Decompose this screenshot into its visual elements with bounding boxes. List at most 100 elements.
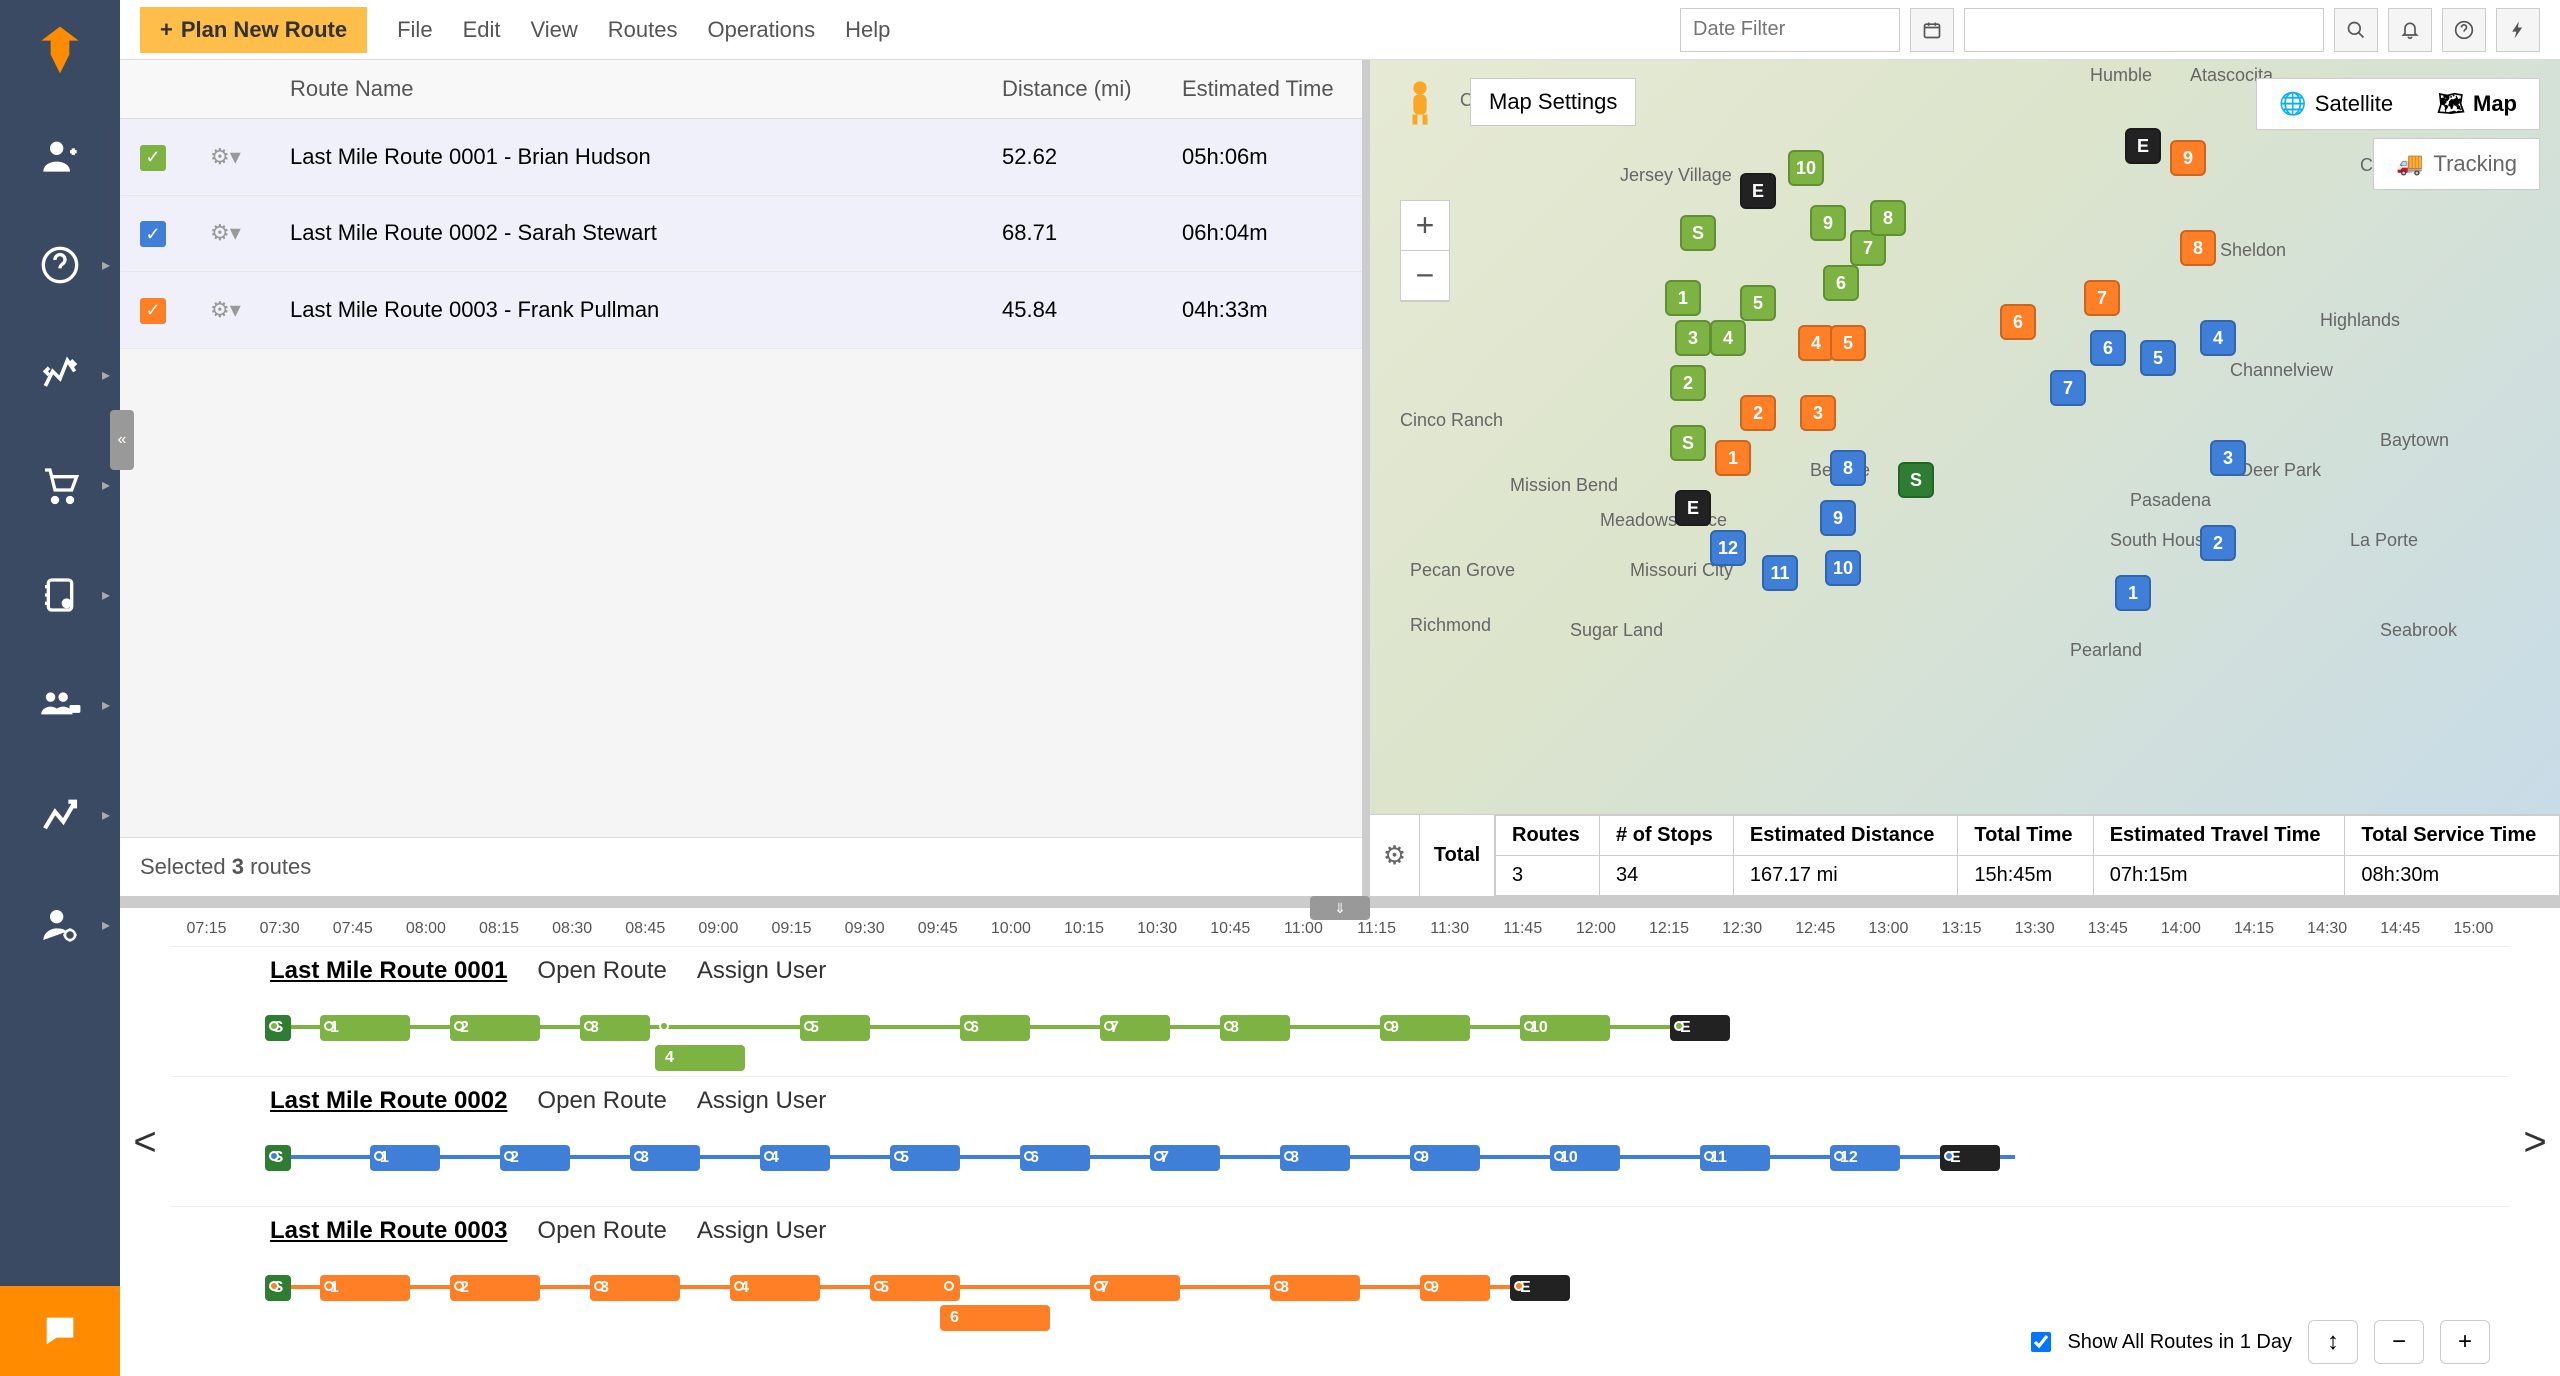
map-marker[interactable]: S xyxy=(1680,215,1716,251)
sidebar-addressbook[interactable]: ▸ xyxy=(0,540,120,650)
pegman-icon[interactable] xyxy=(1400,78,1440,138)
sidebar-user-settings[interactable]: ▸ xyxy=(0,870,120,980)
table-row[interactable]: ✓ ⚙▾ Last Mile Route 0002 - Sarah Stewar… xyxy=(120,195,1362,272)
map-settings-button[interactable]: Map Settings xyxy=(1470,78,1636,126)
route-checkbox[interactable]: ✓ xyxy=(140,221,166,247)
timeline-prev[interactable]: < xyxy=(120,908,170,1376)
menu-help[interactable]: Help xyxy=(845,17,890,43)
timeline-zoom-out[interactable]: − xyxy=(2374,1320,2424,1364)
satellite-toggle[interactable]: 🌐Satellite xyxy=(2257,79,2415,129)
map-marker[interactable]: E xyxy=(2125,128,2161,164)
map-marker[interactable]: 6 xyxy=(2090,330,2126,366)
map-toggle-btn[interactable]: 🗺Map xyxy=(2415,79,2539,129)
zoom-in-button[interactable]: + xyxy=(1401,201,1449,251)
help-icon[interactable] xyxy=(2442,8,2486,52)
gear-icon[interactable]: ⚙▾ xyxy=(210,144,241,169)
map-marker[interactable]: 7 xyxy=(2084,280,2120,316)
map[interactable]: CypressJersey VillageHumbleAtascocitaShe… xyxy=(1370,60,2560,814)
timeline-tick: 09:30 xyxy=(828,920,901,938)
map-marker[interactable]: 9 xyxy=(2170,140,2206,176)
sidebar-chat[interactable] xyxy=(0,1286,120,1376)
menu-operations[interactable]: Operations xyxy=(708,17,816,43)
map-marker[interactable]: 2 xyxy=(1740,395,1776,431)
assign-user-link[interactable]: Assign User xyxy=(697,1087,826,1115)
timeline-zoom-in[interactable]: + xyxy=(2440,1320,2490,1364)
timeline-stop[interactable]: 4 xyxy=(655,1045,745,1071)
table-row[interactable]: ✓ ⚙▾ Last Mile Route 0003 - Frank Pullma… xyxy=(120,272,1362,349)
sidebar-help[interactable]: ▸ xyxy=(0,210,120,320)
timeline-route-title[interactable]: Last Mile Route 0002 xyxy=(270,1087,507,1115)
route-checkbox[interactable]: ✓ xyxy=(140,298,166,324)
col-distance[interactable]: Distance (mi) xyxy=(982,60,1162,119)
menu-edit[interactable]: Edit xyxy=(463,17,501,43)
map-marker[interactable]: 4 xyxy=(1798,325,1834,361)
map-marker[interactable]: 5 xyxy=(1830,325,1866,361)
open-route-link[interactable]: Open Route xyxy=(537,957,666,985)
map-marker[interactable]: 5 xyxy=(2140,340,2176,376)
open-route-link[interactable]: Open Route xyxy=(537,1087,666,1115)
timeline-next[interactable]: > xyxy=(2510,908,2560,1376)
vertical-split-handle[interactable]: « xyxy=(110,410,134,470)
menu-view[interactable]: View xyxy=(530,17,577,43)
gear-icon[interactable]: ⚙▾ xyxy=(210,297,241,322)
assign-user-link[interactable]: Assign User xyxy=(697,957,826,985)
map-marker[interactable]: 10 xyxy=(1788,150,1824,186)
map-marker[interactable]: S xyxy=(1670,425,1706,461)
search-input[interactable] xyxy=(1964,8,2324,52)
map-marker[interactable]: 8 xyxy=(1870,200,1906,236)
menu-file[interactable]: File xyxy=(397,17,432,43)
map-marker[interactable]: 3 xyxy=(1675,320,1711,356)
plan-new-route-button[interactable]: Plan New Route xyxy=(140,7,367,53)
map-marker[interactable]: E xyxy=(1740,173,1776,209)
menu-routes[interactable]: Routes xyxy=(608,17,678,43)
open-route-link[interactable]: Open Route xyxy=(537,1217,666,1245)
show-all-checkbox[interactable] xyxy=(2031,1332,2051,1352)
gear-icon[interactable]: ⚙▾ xyxy=(210,220,241,245)
bolt-icon[interactable] xyxy=(2496,8,2540,52)
timeline-tick: 10:15 xyxy=(1048,920,1121,938)
sidebar-orders[interactable]: ▸ xyxy=(0,430,120,540)
map-marker[interactable]: 7 xyxy=(2050,370,2086,406)
totals-gear-icon[interactable]: ⚙ xyxy=(1370,815,1420,896)
map-marker[interactable]: 4 xyxy=(1710,320,1746,356)
search-icon[interactable] xyxy=(2334,8,2378,52)
map-marker[interactable]: 1 xyxy=(1665,280,1701,316)
map-marker[interactable]: 11 xyxy=(1762,555,1798,591)
map-marker[interactable]: S xyxy=(1898,462,1934,498)
map-marker[interactable]: 4 xyxy=(2200,320,2236,356)
table-row[interactable]: ✓ ⚙▾ Last Mile Route 0001 - Brian Hudson… xyxy=(120,119,1362,196)
map-marker[interactable]: 3 xyxy=(1800,395,1836,431)
map-marker[interactable]: 10 xyxy=(1825,550,1861,586)
timeline-fit-button[interactable]: ↕ xyxy=(2308,1320,2358,1364)
bell-icon[interactable] xyxy=(2388,8,2432,52)
map-marker[interactable]: 2 xyxy=(2200,525,2236,561)
timeline-route-title[interactable]: Last Mile Route 0001 xyxy=(270,957,507,985)
date-filter-input[interactable] xyxy=(1680,8,1900,52)
calendar-icon[interactable] xyxy=(1910,8,1954,52)
sidebar-add-user[interactable] xyxy=(0,100,120,210)
assign-user-link[interactable]: Assign User xyxy=(697,1217,826,1245)
map-marker[interactable]: 8 xyxy=(2180,230,2216,266)
map-marker[interactable]: 9 xyxy=(1810,205,1846,241)
map-marker[interactable]: 6 xyxy=(2000,304,2036,340)
tracking-button[interactable]: 🚚Tracking xyxy=(2373,138,2540,190)
map-marker[interactable]: 6 xyxy=(1823,265,1859,301)
map-marker[interactable]: 8 xyxy=(1830,450,1866,486)
route-checkbox[interactable]: ✓ xyxy=(140,145,166,171)
sidebar-team[interactable]: ▸ xyxy=(0,650,120,760)
zoom-out-button[interactable]: − xyxy=(1401,251,1449,301)
col-route-name[interactable]: Route Name xyxy=(270,60,982,119)
timeline-stop[interactable]: 6 xyxy=(940,1305,1050,1331)
timeline-route-title[interactable]: Last Mile Route 0003 xyxy=(270,1217,507,1245)
map-marker[interactable]: 2 xyxy=(1670,365,1706,401)
sidebar-optimize[interactable]: ▸ xyxy=(0,320,120,430)
map-marker[interactable]: E xyxy=(1675,490,1711,526)
map-marker[interactable]: 5 xyxy=(1740,285,1776,321)
map-marker[interactable]: 3 xyxy=(2210,440,2246,476)
sidebar-analytics[interactable]: ▸ xyxy=(0,760,120,870)
map-marker[interactable]: 1 xyxy=(2115,575,2151,611)
map-marker[interactable]: 12 xyxy=(1710,530,1746,566)
map-marker[interactable]: 1 xyxy=(1715,440,1751,476)
map-marker[interactable]: 9 xyxy=(1820,500,1856,536)
col-eta[interactable]: Estimated Time xyxy=(1162,60,1362,119)
